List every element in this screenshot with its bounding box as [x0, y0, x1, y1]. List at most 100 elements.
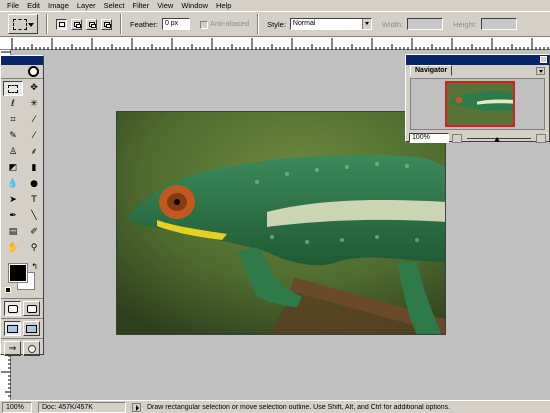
pen-icon: ✒: [9, 211, 17, 221]
intersect-selection-button[interactable]: [101, 18, 112, 30]
status-zoom-field[interactable]: 100%: [2, 401, 32, 413]
notes-tool[interactable]: ▤: [3, 225, 23, 240]
toolbox-logo[interactable]: [1, 65, 43, 79]
full-screen-menu-button[interactable]: [23, 321, 40, 336]
zoom-slider[interactable]: [465, 134, 533, 143]
blur-icon: 💧: [7, 179, 19, 189]
hand-icon: ✋: [7, 243, 19, 253]
circle-icon: [27, 344, 36, 353]
menu-select[interactable]: Select: [100, 0, 129, 11]
arrow-icon: ➤: [9, 195, 17, 205]
type-icon: T: [31, 195, 37, 205]
blur-tool[interactable]: 💧: [3, 177, 23, 192]
style-select-value: Normal: [292, 20, 316, 27]
lasso-tool[interactable]: ℓ: [3, 97, 23, 112]
standard-mode-icon: [7, 304, 18, 313]
move-tool[interactable]: ✥: [24, 81, 44, 96]
anti-aliased-checkbox[interactable]: Anti-aliased: [199, 19, 250, 29]
move-icon: ✥: [30, 83, 38, 93]
zoom-in-button[interactable]: [536, 133, 546, 143]
menu-view[interactable]: View: [153, 0, 177, 11]
subtract-from-selection-button[interactable]: [86, 18, 97, 30]
chameleon-photo: [117, 112, 445, 334]
navigator-zoom-input[interactable]: 100%: [409, 133, 449, 143]
line-tool[interactable]: ╲: [24, 209, 44, 224]
quick-mask-button[interactable]: [23, 301, 40, 316]
gradient-tool[interactable]: ▮: [24, 161, 44, 176]
default-colors-icon[interactable]: [5, 287, 11, 293]
circle-button[interactable]: [23, 341, 40, 356]
marquee-icon: [8, 84, 18, 93]
status-menu-arrow[interactable]: [132, 402, 141, 412]
feather-input[interactable]: 0 px: [161, 18, 190, 30]
screen-mode-row: [1, 318, 43, 338]
height-input: [480, 18, 517, 30]
toolbox-palette: ✥ ℓ ✳ ⌗ ⁄ ✎ ⁄ ♙ ⸙ ◩ ▮ 💧 ● ➤ T ✒ ╲ ▤ ✐ ✋ …: [0, 55, 44, 358]
standard-screen-button[interactable]: [4, 321, 21, 336]
checkbox-icon: [199, 20, 208, 29]
slider-knob[interactable]: [493, 136, 500, 142]
menu-image[interactable]: Image: [44, 0, 73, 11]
ruler-ticks: [11, 38, 549, 50]
options-bar: Feather: 0 px Anti-aliased Style: Normal…: [0, 11, 550, 37]
style-label: Style:: [267, 19, 286, 29]
status-doc-size: Doc: 457K/457K: [38, 401, 126, 413]
style-select[interactable]: Normal: [289, 18, 372, 30]
crop-tool[interactable]: ⌗: [3, 113, 23, 128]
healing-brush-tool[interactable]: ✎: [3, 129, 23, 144]
close-icon[interactable]: [540, 56, 547, 63]
eraser-tool[interactable]: ◩: [3, 161, 23, 176]
line-icon: ╲: [31, 211, 37, 221]
palette-menu-button[interactable]: [536, 66, 545, 75]
imageready-icon: ⇒: [8, 343, 17, 353]
quick-mask-icon: [26, 304, 37, 313]
chevron-down-icon: [361, 19, 371, 29]
navigator-title-bar[interactable]: [406, 55, 549, 65]
jump-row: ⇒: [1, 338, 43, 358]
new-selection-button[interactable]: [56, 18, 67, 30]
foreground-color-swatch[interactable]: [8, 263, 28, 283]
tab-navigator[interactable]: Navigator: [410, 65, 453, 76]
zoom-out-button[interactable]: [452, 133, 462, 143]
dodge-tool[interactable]: ●: [24, 177, 44, 192]
toolbox-title-bar[interactable]: [1, 56, 43, 65]
menu-window[interactable]: Window: [177, 0, 212, 11]
jump-to-imageready-button[interactable]: ⇒: [4, 341, 21, 356]
history-brush-icon: ⸙: [30, 147, 38, 157]
clone-stamp-tool[interactable]: ♙: [3, 145, 23, 160]
separator: [46, 14, 48, 34]
full-screen-menu-icon: [26, 324, 37, 333]
tool-preset-picker[interactable]: [8, 14, 38, 34]
navigator-thumbnail: [447, 83, 513, 125]
dodge-icon: ●: [30, 179, 38, 189]
menu-help[interactable]: Help: [212, 0, 235, 11]
menu-file[interactable]: File: [3, 0, 23, 11]
separator: [257, 14, 260, 34]
standard-mode-button[interactable]: [4, 301, 21, 316]
magic-wand-tool[interactable]: ✳: [24, 97, 44, 112]
swap-colors-icon[interactable]: ↰: [31, 262, 38, 271]
menu-edit[interactable]: Edit: [23, 0, 44, 11]
navigator-view-box[interactable]: [445, 81, 515, 127]
eyedropper-tool[interactable]: ✐: [24, 225, 44, 240]
brush-tool[interactable]: ⁄: [24, 129, 44, 144]
menu-layer[interactable]: Layer: [73, 0, 100, 11]
rectangular-marquee-tool[interactable]: [3, 81, 23, 96]
slice-tool[interactable]: ⁄: [24, 113, 44, 128]
hand-tool[interactable]: ✋: [3, 241, 23, 256]
anti-aliased-label: Anti-aliased: [209, 19, 250, 29]
menu-filter[interactable]: Filter: [129, 0, 154, 11]
zoom-tool[interactable]: ⚲: [24, 241, 44, 256]
document-canvas[interactable]: [116, 111, 446, 335]
notes-icon: ▤: [8, 227, 18, 237]
pen-tool[interactable]: ✒: [3, 209, 23, 224]
horizontal-ruler[interactable]: [0, 37, 550, 50]
path-selection-tool[interactable]: ➤: [3, 193, 23, 208]
eyedropper-icon: ✐: [30, 227, 38, 237]
add-to-selection-button[interactable]: [71, 18, 82, 30]
new-selection-icon: [59, 21, 65, 27]
brush-icon: ⁄: [33, 131, 35, 141]
type-tool[interactable]: T: [24, 193, 44, 208]
navigator-preview[interactable]: [410, 78, 545, 130]
history-brush-tool[interactable]: ⸙: [24, 145, 44, 160]
